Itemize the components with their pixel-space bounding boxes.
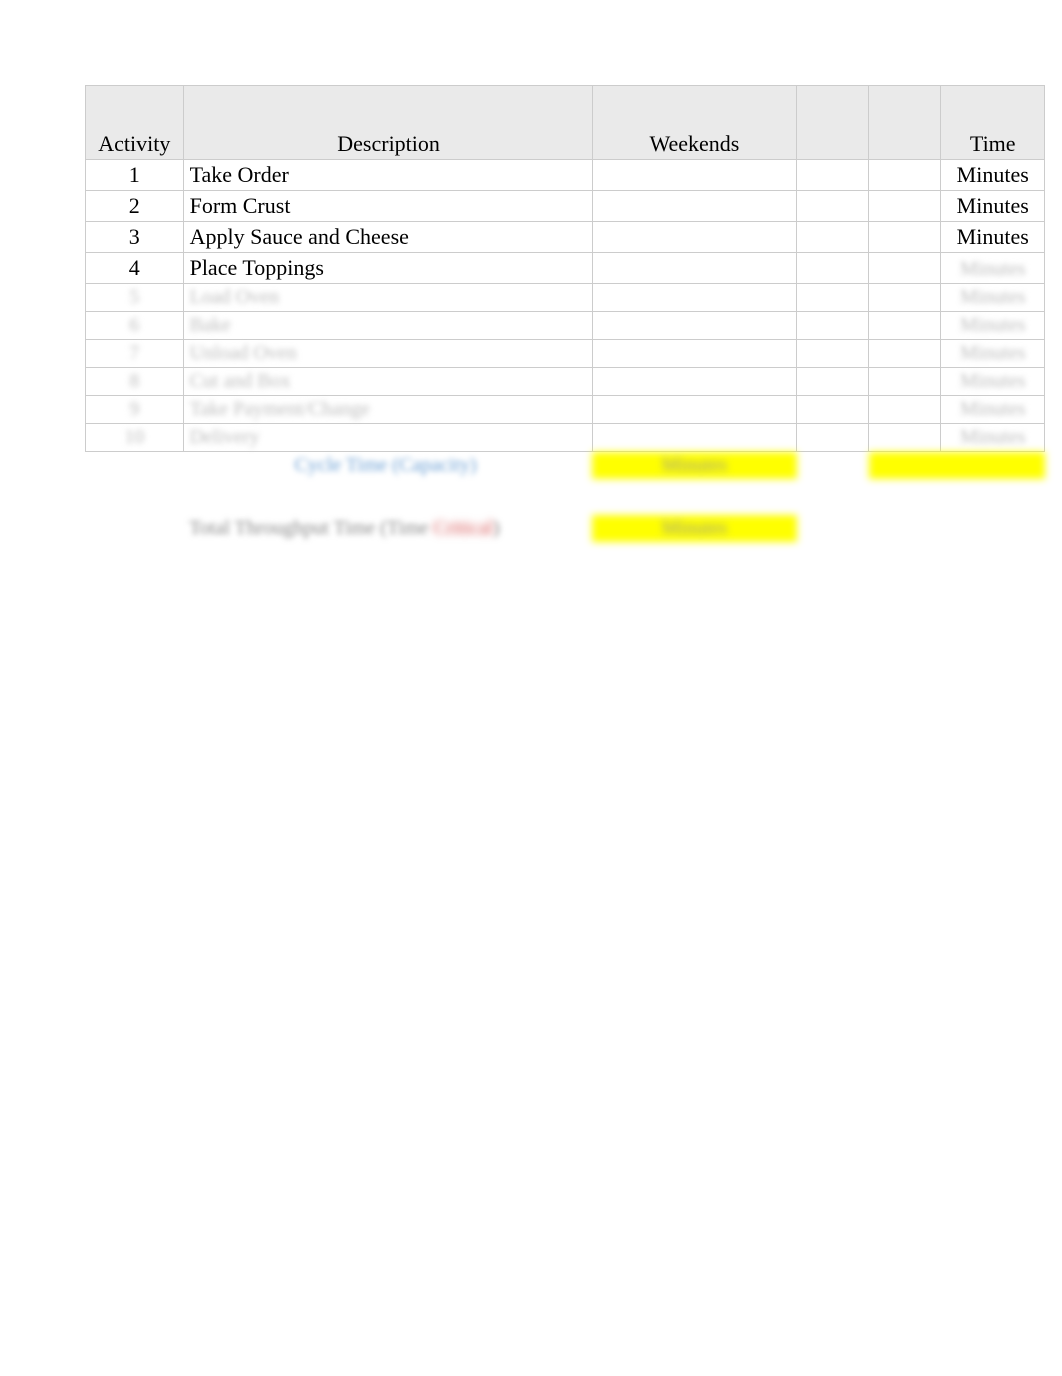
- table-row: 10Delivery Minutes: [86, 424, 1045, 452]
- summary-label-cycle-time: Cycle Time (Capacity): [183, 452, 592, 480]
- cell-activity: 4: [86, 253, 184, 284]
- cell-col5: [869, 160, 941, 191]
- cell-col5: [869, 424, 941, 452]
- cell-col4: [797, 312, 869, 340]
- cell-col4: [797, 396, 869, 424]
- cell-time: Minutes: [941, 396, 1045, 424]
- cell-time: Minutes: [941, 340, 1045, 368]
- cell-weekends: [592, 368, 797, 396]
- cell-weekends: [592, 222, 797, 253]
- table-body: 1Take OrderMinutes2Form CrustMinutes3App…: [86, 160, 1045, 543]
- cell-time: Minutes: [941, 368, 1045, 396]
- header-col4: [797, 86, 869, 160]
- cell-description: Form Crust: [183, 191, 592, 222]
- cell-description: Take Payment/Change: [183, 396, 592, 424]
- summary-row-cycle-time: Cycle Time (Capacity)Minutes: [86, 452, 1045, 480]
- cell-activity: 6: [86, 312, 184, 340]
- cell-activity: 2: [86, 191, 184, 222]
- cell-description: Apply Sauce and Cheese: [183, 222, 592, 253]
- cell-description: Load Oven: [183, 284, 592, 312]
- cell-description: Place Toppings: [183, 253, 592, 284]
- cell-col4: [797, 222, 869, 253]
- table-row: 8Cut and Box Minutes: [86, 368, 1045, 396]
- table-header-row: Activity Description Weekends Time: [86, 86, 1045, 160]
- cell-col5: [869, 222, 941, 253]
- cell-col4: [797, 253, 869, 284]
- cell-weekends: [592, 160, 797, 191]
- table-row: 9Take Payment/Change Minutes: [86, 396, 1045, 424]
- cell-col4: [797, 424, 869, 452]
- cell-col4: [797, 368, 869, 396]
- activity-table-container: Activity Description Weekends Time 1Take…: [85, 85, 1045, 542]
- header-time: Time: [941, 86, 1045, 160]
- cell-weekends: [592, 191, 797, 222]
- cell-col5: [869, 368, 941, 396]
- cell-col5: [869, 284, 941, 312]
- cell-description: Cut and Box: [183, 368, 592, 396]
- cell-col5: [869, 340, 941, 368]
- cell-activity: 9: [86, 396, 184, 424]
- table-row: 1Take Order Minutes: [86, 160, 1045, 191]
- cell-time: Minutes: [941, 424, 1045, 452]
- table-row: 3Apply Sauce and Cheese Minutes: [86, 222, 1045, 253]
- cell-col4: [797, 284, 869, 312]
- activity-table: Activity Description Weekends Time 1Take…: [85, 85, 1045, 542]
- cell-time: Minutes: [941, 191, 1045, 222]
- summary-extra-highlight: [869, 452, 1045, 480]
- header-activity: Activity: [86, 86, 184, 160]
- cell-weekends: [592, 312, 797, 340]
- cell-description: Take Order: [183, 160, 592, 191]
- cell-activity: 3: [86, 222, 184, 253]
- summary-value-throughput: Minutes: [592, 515, 797, 542]
- cell-col4: [797, 191, 869, 222]
- cell-time: Minutes: [941, 312, 1045, 340]
- cell-activity: 1: [86, 160, 184, 191]
- table-row: 7Unload Oven Minutes: [86, 340, 1045, 368]
- cell-col5: [869, 312, 941, 340]
- cell-col4: [797, 160, 869, 191]
- cell-description: Delivery: [183, 424, 592, 452]
- cell-weekends: [592, 284, 797, 312]
- cell-weekends: [592, 340, 797, 368]
- cell-col4: [797, 340, 869, 368]
- cell-time: Minutes: [941, 222, 1045, 253]
- cell-description: Unload Oven: [183, 340, 592, 368]
- summary-label-throughput: Total Throughput Time (Time Critical): [183, 515, 592, 542]
- cell-activity: 5: [86, 284, 184, 312]
- cell-activity: 10: [86, 424, 184, 452]
- cell-time: Minutes: [941, 284, 1045, 312]
- cell-description: Bake: [183, 312, 592, 340]
- cell-col5: [869, 396, 941, 424]
- cell-weekends: [592, 253, 797, 284]
- summary-row-throughput: Total Throughput Time (Time Critical)Min…: [86, 515, 1045, 542]
- cell-col5: [869, 191, 941, 222]
- table-row: 4Place Toppings Minutes: [86, 253, 1045, 284]
- header-col5: [869, 86, 941, 160]
- cell-time: Minutes: [941, 253, 1045, 284]
- cell-activity: 8: [86, 368, 184, 396]
- cell-weekends: [592, 424, 797, 452]
- table-row: 2Form Crust Minutes: [86, 191, 1045, 222]
- cell-activity: 7: [86, 340, 184, 368]
- table-row: 6Bake Minutes: [86, 312, 1045, 340]
- cell-time: Minutes: [941, 160, 1045, 191]
- summary-value-cycle-time: Minutes: [592, 452, 797, 480]
- header-weekends: Weekends: [592, 86, 797, 160]
- cell-weekends: [592, 396, 797, 424]
- table-row: 5Load Oven Minutes: [86, 284, 1045, 312]
- header-description: Description: [183, 86, 592, 160]
- cell-col5: [869, 253, 941, 284]
